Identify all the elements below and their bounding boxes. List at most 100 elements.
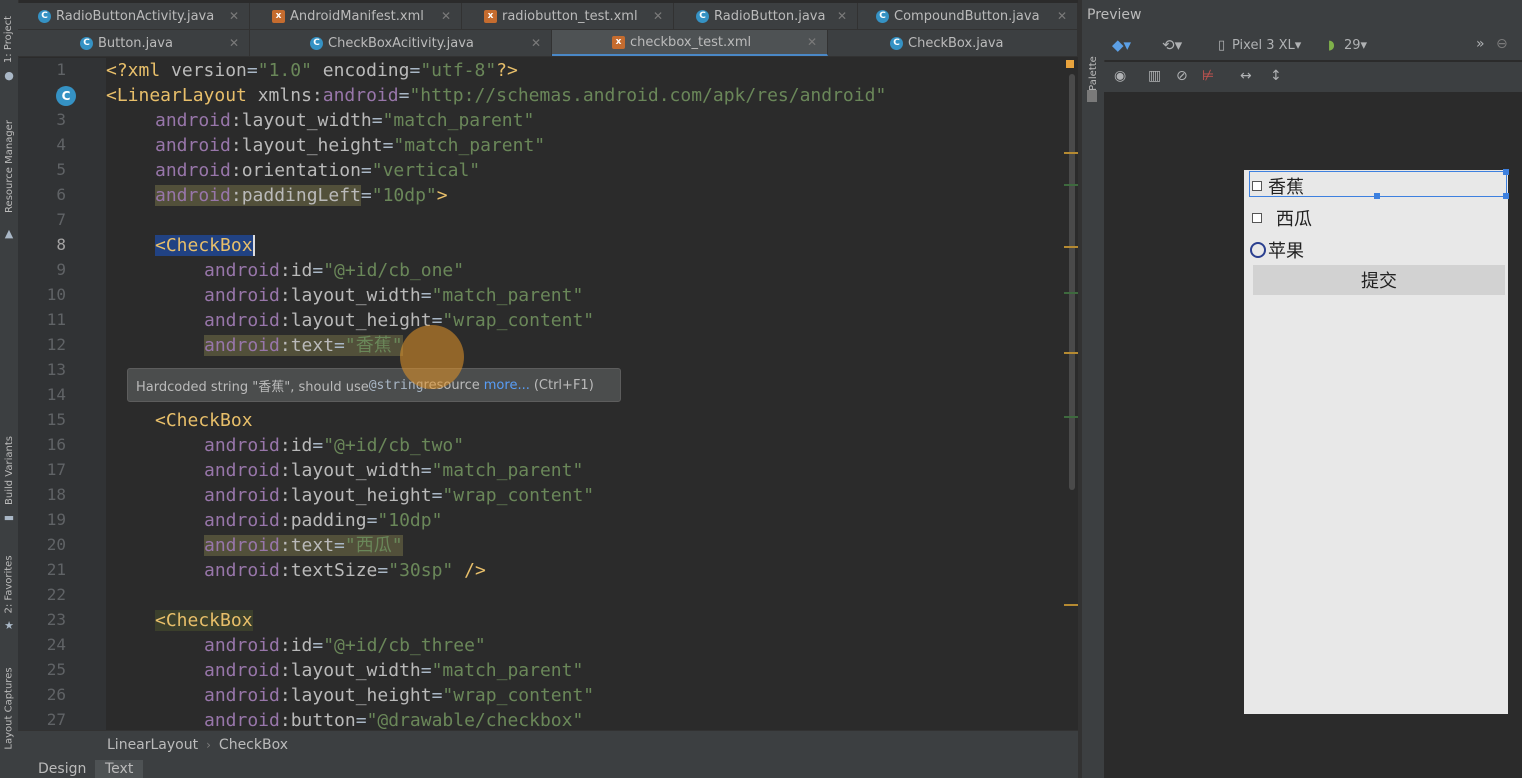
blueprint-icon[interactable]: ▥ (1148, 68, 1161, 84)
class-marker-icon[interactable]: C (56, 86, 76, 106)
code-line-11: android:layout_height="wrap_content" (204, 310, 595, 331)
code-line-24: android:id="@+id/cb_three" (204, 635, 486, 656)
phone-icon: ▯ (1218, 38, 1226, 53)
line-number: 26 (46, 685, 66, 704)
text-caret (252, 235, 255, 256)
preview-checkbox-3[interactable]: 苹果 (1250, 237, 1304, 263)
tab-radiobutton-java[interactable]: C RadioButton.java ✕ (674, 3, 858, 29)
build-variants-icon: ▬ (3, 511, 15, 524)
breadcrumb-linearlayout[interactable]: LinearLayout (107, 737, 198, 753)
code-line-26: android:layout_height="wrap_content" (204, 685, 595, 706)
code-line-12: android:text="香蕉" (204, 333, 403, 358)
code-line-4: android:layout_height="match_parent" (155, 135, 546, 156)
change-marker[interactable] (1064, 184, 1078, 186)
close-icon[interactable]: ✕ (1057, 9, 1067, 23)
tooltip-more-link[interactable]: more... (484, 378, 530, 393)
close-icon[interactable]: ✕ (807, 35, 817, 49)
code-line-6: android:paddingLeft="10dp"> (155, 185, 448, 206)
star-icon: ★ (4, 619, 14, 632)
line-number: 21 (46, 560, 66, 579)
change-marker[interactable] (1064, 292, 1078, 294)
line-number: 13 (46, 360, 66, 379)
xml-file-icon: x (484, 9, 497, 23)
close-icon[interactable]: ✕ (653, 9, 663, 23)
tab-checkbox-java[interactable]: C CheckBox.java (828, 30, 1078, 56)
close-icon[interactable]: ✕ (229, 36, 239, 50)
line-number: 22 (46, 585, 66, 604)
line-number: 1 (56, 60, 66, 79)
tab-androidmanifest-xml[interactable]: x AndroidManifest.xml ✕ (250, 3, 462, 29)
preview-checkbox-1[interactable]: 香蕉 (1252, 173, 1304, 199)
warning-marker[interactable] (1064, 152, 1078, 154)
code-line-19: android:padding="10dp" (204, 510, 443, 531)
code-line-1: <?xml version="1.0" encoding="utf-8"?> (106, 60, 518, 81)
warning-highlight: android:text="西瓜" (204, 535, 403, 556)
warning-status-icon[interactable] (1066, 60, 1074, 68)
tool-tab-favorites[interactable]: 2: Favorites (0, 550, 18, 618)
editor-gutter: 1 2 3 4 5 6 7 8 9 10 11 12 13 14 15 16 1… (18, 58, 126, 730)
tab-compoundbutton-java[interactable]: C CompoundButton.java ✕ (858, 3, 1078, 29)
line-number: 10 (46, 285, 66, 304)
code-line-27: android:button="@drawable/checkbox" (204, 710, 584, 730)
zoom-out-icon[interactable]: ⊖ (1496, 36, 1508, 52)
tool-tab-build-variants[interactable]: Build Variants (0, 430, 18, 510)
line-number: 27 (46, 710, 66, 729)
api-level-select[interactable]: 29▾ (1344, 38, 1367, 53)
no-magnet-icon[interactable]: ⊘ (1176, 68, 1188, 84)
clear-constraints-icon[interactable]: ⊭ (1202, 68, 1214, 84)
tab-radiobuttonactivity-java[interactable]: C RadioButtonActivity.java ✕ (18, 3, 250, 29)
tab-text[interactable]: Text (95, 760, 144, 778)
preview-checkbox-2[interactable]: 西瓜 (1252, 205, 1312, 231)
device-select[interactable]: Pixel 3 XL▾ (1232, 38, 1301, 53)
class-icon: C (696, 9, 709, 23)
checkbox-unchecked-icon (1252, 213, 1262, 223)
breadcrumb: LinearLayout › CheckBox (18, 730, 1078, 759)
palette-icon[interactable] (1087, 90, 1097, 102)
code-line-3: android:layout_width="match_parent" (155, 110, 535, 131)
tool-tab-project[interactable]: 1: Project (0, 10, 18, 68)
warning-marker[interactable] (1064, 246, 1078, 248)
preview-submit-button[interactable]: 提交 (1253, 265, 1505, 295)
tool-tab-resource-manager[interactable]: Resource Manager (0, 110, 18, 222)
code-line-18: android:layout_height="wrap_content" (204, 485, 595, 506)
preview-title: Preview (1087, 7, 1142, 23)
tool-tab-layout-captures[interactable]: Layout Captures (0, 660, 18, 756)
close-icon[interactable]: ✕ (441, 9, 451, 23)
line-number: 5 (56, 160, 66, 179)
code-line-8: <CheckBox (155, 235, 255, 256)
warning-marker[interactable] (1064, 352, 1078, 354)
tab-checkbox-test-xml[interactable]: x checkbox_test.xml ✕ (552, 30, 828, 56)
preview-toolbar: ◆▾ ⟲▾ ▯ Pixel 3 XL▾ ◗ 29▾ » ⊖ (1104, 30, 1522, 60)
line-number: 7 (56, 210, 66, 229)
orientation-icon[interactable]: ⟲▾ (1162, 36, 1182, 54)
left-tool-strip: ● 1: Project Resource Manager ▲ Build Va… (0, 0, 19, 778)
class-icon: C (38, 9, 51, 23)
change-marker[interactable] (1064, 416, 1078, 418)
close-icon[interactable]: ✕ (531, 36, 541, 50)
palette-strip: Palette (1082, 30, 1105, 778)
line-number: 18 (46, 485, 66, 504)
breadcrumb-checkbox[interactable]: CheckBox (219, 737, 288, 753)
class-icon: C (310, 36, 323, 50)
editor-tabs-row-1: C RadioButtonActivity.java ✕ x AndroidMa… (18, 3, 1078, 30)
more-chevron-icon[interactable]: » (1476, 36, 1485, 52)
resize-handle[interactable] (1374, 193, 1380, 199)
close-icon[interactable]: ✕ (229, 9, 239, 23)
editor-scrollbar-thumb[interactable] (1069, 74, 1075, 490)
tab-button-java[interactable]: C Button.java ✕ (18, 30, 250, 56)
line-number: 12 (46, 335, 66, 354)
resize-handle[interactable] (1503, 193, 1509, 199)
resize-handle[interactable] (1503, 169, 1509, 175)
eye-icon[interactable]: ◉ (1114, 68, 1126, 84)
tab-radiobutton-test-xml[interactable]: x radiobutton_test.xml ✕ (462, 3, 674, 29)
tab-checkboxacitivity-java[interactable]: C CheckBoxAcitivity.java ✕ (250, 30, 552, 56)
vertical-expand-icon[interactable]: ↕ (1270, 68, 1282, 84)
android-icon: ● (4, 69, 14, 82)
tab-design[interactable]: Design (28, 760, 96, 778)
line-number: 15 (46, 410, 66, 429)
warning-marker[interactable] (1064, 604, 1078, 606)
close-icon[interactable]: ✕ (837, 9, 847, 23)
horizontal-expand-icon[interactable]: ↔ (1240, 68, 1252, 84)
layers-icon[interactable]: ◆▾ (1112, 36, 1131, 54)
line-number: 17 (46, 460, 66, 479)
